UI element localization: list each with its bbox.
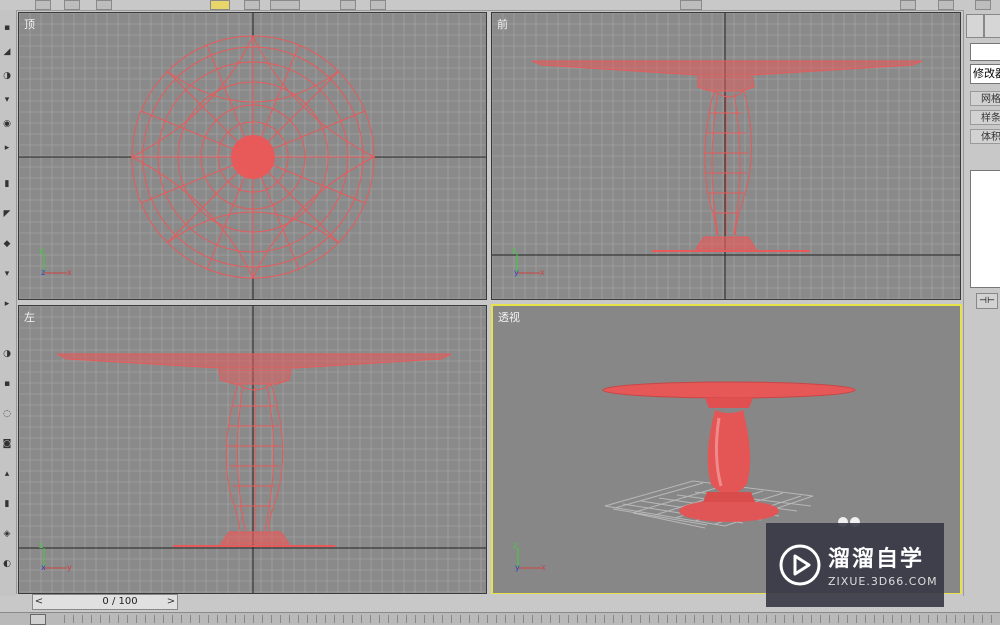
toolbar-button[interactable] xyxy=(96,0,112,10)
viewport-front-canvas: z x y xyxy=(492,13,960,299)
svg-text:y: y xyxy=(39,246,44,255)
tool-icon[interactable]: ▸ xyxy=(1,300,13,309)
viewport-front[interactable]: z x y 前 xyxy=(491,12,961,300)
tool-icon[interactable]: ▪ xyxy=(1,380,13,389)
modifier-button[interactable]: 网格 xyxy=(970,91,1000,106)
table-column-top xyxy=(231,135,275,179)
toolbar-button[interactable] xyxy=(35,0,51,10)
command-panel: 修改器列表 网格 样条 体积 ⊣⊢ xyxy=(963,10,1000,596)
modifier-list-dropdown[interactable]: 修改器列表 xyxy=(970,64,1000,84)
svg-text:x: x xyxy=(41,563,46,572)
tool-icon[interactable]: ▮ xyxy=(1,180,13,189)
modifier-button[interactable]: 样条 xyxy=(970,110,1000,125)
watermark: 溜溜自学 ZIXUE.3D66.COM xyxy=(766,523,944,607)
viewport-top-canvas: y x z xyxy=(19,13,486,299)
toolbar-button[interactable] xyxy=(900,0,916,10)
svg-text:y: y xyxy=(515,563,520,572)
viewport-left-canvas: z y x xyxy=(19,306,486,593)
tool-icon[interactable]: ◢ xyxy=(1,48,13,57)
track-bar-icon[interactable] xyxy=(30,614,46,625)
prev-frame-button[interactable]: < xyxy=(33,595,45,609)
toolbar-button[interactable] xyxy=(244,0,260,10)
modify-tab[interactable] xyxy=(984,14,1000,38)
toolbar-button[interactable] xyxy=(680,0,702,10)
svg-text:z: z xyxy=(39,541,43,550)
watermark-name: 溜溜自学 xyxy=(828,547,925,572)
viewport-label: 左 xyxy=(24,311,35,324)
viewport-top[interactable]: y x z 顶 xyxy=(18,12,487,300)
tool-icon[interactable]: ◤ xyxy=(1,210,13,219)
svg-text:y: y xyxy=(514,268,519,277)
tool-icon[interactable]: ◑ xyxy=(1,72,13,81)
axis-gizmo: y x z xyxy=(39,246,72,277)
axis-gizmo: z y x xyxy=(39,541,72,572)
toolbar-button[interactable] xyxy=(64,0,80,10)
modifier-button[interactable]: 体积 xyxy=(970,129,1000,144)
table-base-shadow xyxy=(679,500,779,522)
object-name-field[interactable] xyxy=(970,43,1000,61)
viewport-left[interactable]: z y x 左 xyxy=(18,305,487,594)
time-slider[interactable]: < 0 / 100 > xyxy=(32,594,178,610)
modifier-stack[interactable] xyxy=(970,170,1000,288)
tool-icon[interactable]: ▾ xyxy=(1,270,13,279)
svg-text:x: x xyxy=(67,268,72,277)
track-bar-ticks xyxy=(64,615,1000,623)
toolbar-button[interactable] xyxy=(975,0,991,10)
tool-icon[interactable]: ▴ xyxy=(1,470,13,479)
viewport-label: 透视 xyxy=(498,311,520,324)
track-bar[interactable] xyxy=(0,612,1000,625)
tool-icon[interactable]: ◙ xyxy=(1,440,13,449)
toolbar-button[interactable] xyxy=(938,0,954,10)
play-logo-icon xyxy=(779,544,821,586)
tool-icon[interactable]: ◐ xyxy=(1,560,13,569)
tool-icon[interactable]: ◆ xyxy=(1,240,13,249)
viewport-label: 前 xyxy=(497,18,508,31)
pin-stack-button[interactable]: ⊣⊢ xyxy=(976,293,998,309)
tool-icon[interactable]: ◉ xyxy=(1,120,13,129)
svg-text:z: z xyxy=(513,541,517,550)
toolbar-button[interactable] xyxy=(370,0,386,10)
tool-icon[interactable]: ▾ xyxy=(1,96,13,105)
main-toolbar xyxy=(0,0,1000,11)
toolbar-button[interactable] xyxy=(270,0,300,10)
svg-text:x: x xyxy=(541,563,546,572)
frame-counter: 0 / 100 xyxy=(102,596,138,607)
svg-text:z: z xyxy=(41,268,45,277)
tool-icon[interactable]: ▮ xyxy=(1,500,13,509)
next-frame-button[interactable]: > xyxy=(165,595,177,609)
svg-text:y: y xyxy=(67,563,72,572)
create-tab[interactable] xyxy=(966,14,984,38)
svg-text:x: x xyxy=(540,268,545,277)
select-tool-button[interactable] xyxy=(210,0,230,10)
watermark-url: ZIXUE.3D66.COM xyxy=(828,575,938,588)
tool-icon[interactable]: ▪ xyxy=(1,24,13,33)
axis-gizmo: z x y xyxy=(512,246,545,277)
tool-icon[interactable]: ◌ xyxy=(1,410,13,419)
viewport-label: 顶 xyxy=(24,18,35,31)
left-toolbar: ▪ ◢ ◑ ▾ ◉ ▸ ▮ ◤ ◆ ▾ ▸ ◑ ▪ ◌ ◙ ▴ ▮ ◈ ◐ xyxy=(0,10,17,596)
toolbar-button[interactable] xyxy=(340,0,356,10)
tool-icon[interactable]: ▸ xyxy=(1,144,13,153)
tool-icon[interactable]: ◈ xyxy=(1,530,13,539)
tool-icon[interactable]: ◑ xyxy=(1,350,13,359)
svg-text:z: z xyxy=(512,246,516,255)
